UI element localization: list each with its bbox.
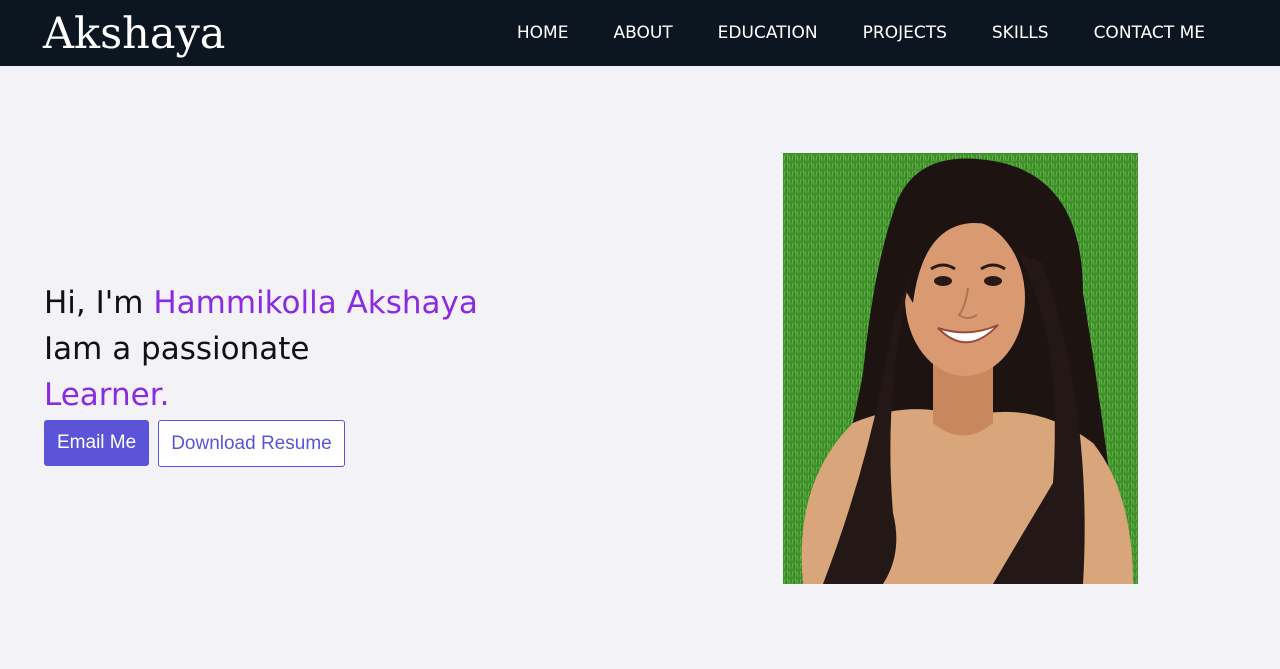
nav-home[interactable]: HOME [517, 23, 569, 43]
hero-role: Learner. [44, 377, 170, 413]
nav-skills[interactable]: SKILLS [992, 23, 1049, 43]
nav-links: HOME ABOUT EDUCATION PROJECTS SKILLS CON… [472, 0, 1205, 66]
nav-contact-me[interactable]: CONTACT ME [1094, 23, 1205, 43]
hero-name: Hammikolla Akshaya [153, 285, 478, 321]
download-resume-button[interactable]: Download Resume [158, 420, 345, 467]
nav-about[interactable]: ABOUT [613, 23, 672, 43]
hero-greeting: Hi, I'm [44, 285, 154, 321]
brand-logo[interactable]: Akshaya [43, 5, 225, 63]
profile-photo [783, 153, 1138, 584]
navbar: Akshaya HOME ABOUT EDUCATION PROJECTS SK… [0, 0, 1280, 66]
email-me-button[interactable]: Email Me [44, 420, 150, 466]
hero-text: Hi, I'm Hammikolla Akshaya Iam a passion… [44, 280, 644, 418]
hero-greeting-line: Hi, I'm Hammikolla Akshaya [44, 280, 644, 326]
nav-education[interactable]: EDUCATION [718, 23, 818, 43]
nav-projects[interactable]: PROJECTS [863, 23, 947, 43]
hero-line-2: Iam a passionate [44, 331, 310, 367]
profile-photo-illustration [783, 153, 1138, 584]
hero-buttons: Email Me Download Resume [44, 420, 345, 467]
